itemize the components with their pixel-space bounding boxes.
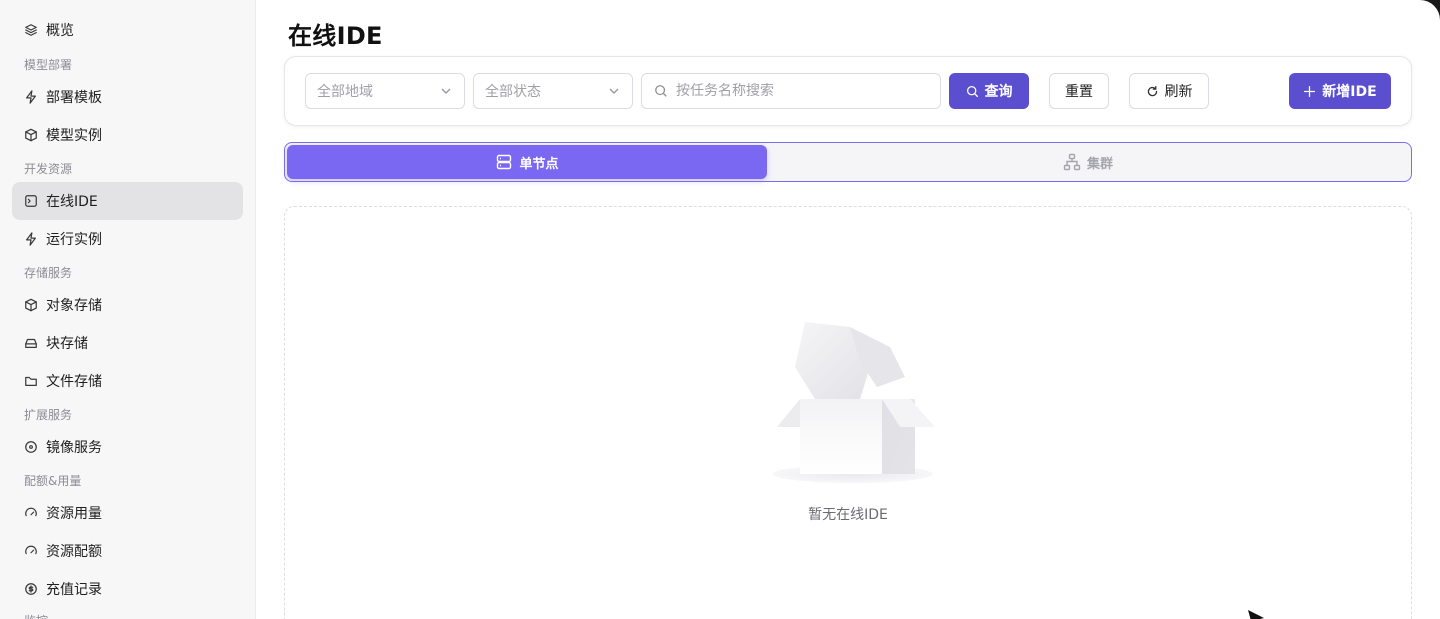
folder-icon bbox=[24, 374, 38, 388]
section-label-model-deploy: 模型部署 bbox=[24, 58, 73, 72]
search-icon bbox=[655, 85, 667, 97]
layers-icon bbox=[24, 23, 38, 37]
cluster-icon bbox=[1063, 153, 1081, 171]
sidebar-item-label: 概览 bbox=[46, 23, 74, 39]
tab-single-node[interactable]: 单节点 bbox=[287, 145, 767, 179]
page-title: 在线IDE bbox=[288, 22, 383, 50]
sidebar-item-label: 资源用量 bbox=[46, 506, 102, 522]
section-label-extensions: 扩展服务 bbox=[24, 408, 73, 422]
sidebar-item-label: 镜像服务 bbox=[46, 440, 102, 456]
add-ide-button-label: 新增IDE bbox=[1322, 84, 1377, 100]
reset-button-label: 重置 bbox=[1065, 84, 1093, 100]
sidebar-item-label: 文件存储 bbox=[46, 374, 102, 390]
query-button[interactable]: 查询 bbox=[949, 73, 1029, 109]
sidebar-item-label: 块存储 bbox=[46, 336, 88, 352]
sidebar-item-deploy-template[interactable]: 部署模板 bbox=[12, 78, 243, 116]
section-label-quota-usage: 配额&用量 bbox=[24, 474, 82, 488]
region-select-value: 全部地域 bbox=[317, 84, 373, 100]
tab-single-node-label: 单节点 bbox=[519, 156, 559, 172]
chevron-down-icon bbox=[440, 85, 452, 97]
search-input[interactable] bbox=[676, 83, 926, 99]
server-icon bbox=[497, 154, 512, 170]
region-select[interactable]: 全部地域 bbox=[305, 73, 465, 109]
sidebar-item-block-storage[interactable]: 块存储 bbox=[12, 324, 243, 362]
sidebar-item-overview[interactable]: 概览 bbox=[12, 11, 243, 49]
sidebar-item-label: 对象存储 bbox=[46, 298, 102, 314]
tab-cluster[interactable]: 集群 bbox=[767, 145, 1409, 179]
refresh-icon bbox=[1147, 85, 1157, 96]
refresh-button-label: 刷新 bbox=[1164, 84, 1193, 100]
sidebar-item-resource-quota[interactable]: 资源配额 bbox=[12, 532, 243, 570]
sidebar-item-recharge-records[interactable]: 充值记录 bbox=[12, 570, 243, 608]
sidebar-item-label: 充值记录 bbox=[46, 582, 102, 598]
sidebar-item-file-storage[interactable]: 文件存储 bbox=[12, 362, 243, 400]
search-box bbox=[641, 73, 941, 109]
sidebar-item-image-service[interactable]: 镜像服务 bbox=[12, 428, 243, 466]
tab-cluster-label: 集群 bbox=[1086, 156, 1113, 172]
refresh-button[interactable]: 刷新 bbox=[1129, 73, 1209, 109]
plus-icon bbox=[1304, 85, 1316, 97]
filter-toolbar: 全部地域 全部状态 查询 重置 刷新 bbox=[284, 56, 1412, 126]
sidebar-item-object-storage[interactable]: 对象存储 bbox=[12, 286, 243, 324]
app-window: 概览 模型部署 部署模板 模型实例 开发资源 在线IDE 运行实例 存储服务 对… bbox=[0, 0, 1440, 619]
query-button-label: 查询 bbox=[984, 84, 1013, 100]
sidebar-item-resource-usage[interactable]: 资源用量 bbox=[12, 494, 243, 532]
box-icon bbox=[24, 298, 38, 312]
sidebar-item-label: 在线IDE bbox=[46, 194, 98, 210]
status-select[interactable]: 全部状态 bbox=[473, 73, 633, 109]
ide-list-area: 暂无在线IDE bbox=[284, 206, 1412, 619]
empty-box-illustration bbox=[773, 322, 935, 483]
chevron-down-icon bbox=[608, 85, 620, 97]
sidebar-item-label: 部署模板 bbox=[46, 90, 102, 106]
cube-icon bbox=[24, 128, 38, 142]
section-label-monitoring: 监控 bbox=[24, 612, 48, 619]
bolt-icon bbox=[24, 90, 38, 104]
sidebar: 概览 模型部署 部署模板 模型实例 开发资源 在线IDE 运行实例 存储服务 对… bbox=[0, 0, 256, 619]
disc-icon bbox=[24, 440, 38, 454]
main-content: 在线IDE 全部地域 全部状态 查询 重置 刷 bbox=[256, 0, 1440, 619]
terminal-icon bbox=[24, 194, 38, 208]
sidebar-item-online-ide[interactable]: 在线IDE bbox=[12, 182, 243, 220]
search-icon bbox=[966, 85, 978, 97]
gauge-icon bbox=[24, 506, 38, 520]
bolt-icon bbox=[24, 232, 38, 246]
drive-icon bbox=[24, 336, 38, 350]
reset-button[interactable]: 重置 bbox=[1049, 73, 1109, 109]
sidebar-item-model-instance[interactable]: 模型实例 bbox=[12, 116, 243, 154]
empty-state-text: 暂无在线IDE bbox=[808, 507, 888, 523]
section-label-dev-resources: 开发资源 bbox=[24, 162, 73, 176]
sidebar-item-running-instance[interactable]: 运行实例 bbox=[12, 220, 243, 258]
sidebar-item-label: 运行实例 bbox=[46, 232, 102, 248]
coin-icon bbox=[24, 582, 38, 596]
add-ide-button[interactable]: 新增IDE bbox=[1289, 73, 1391, 109]
mouse-cursor-icon bbox=[1248, 610, 1264, 619]
sidebar-item-label: 资源配额 bbox=[46, 544, 102, 560]
status-select-value: 全部状态 bbox=[485, 84, 541, 100]
section-label-storage: 存储服务 bbox=[24, 266, 73, 280]
sidebar-item-label: 模型实例 bbox=[46, 128, 102, 144]
node-type-tabs: 单节点 集群 bbox=[284, 142, 1412, 182]
gauge-icon bbox=[24, 544, 38, 558]
